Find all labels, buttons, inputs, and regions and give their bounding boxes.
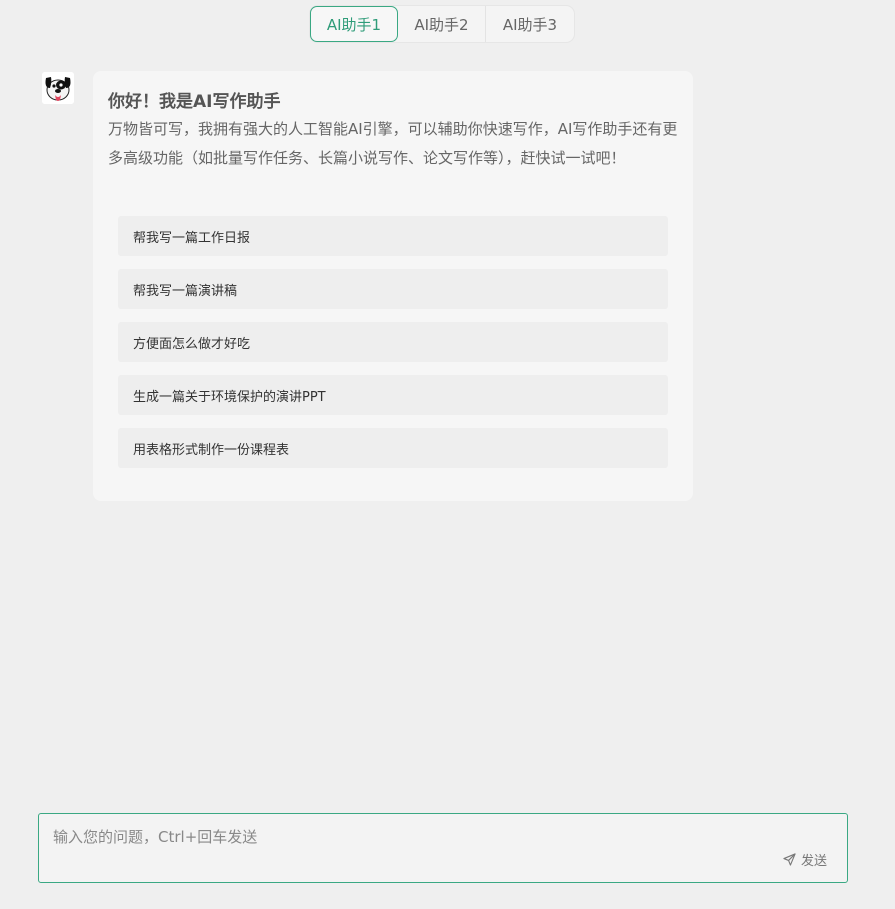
- question-input[interactable]: [53, 826, 813, 852]
- composer: 发送: [38, 813, 848, 883]
- suggestion-item[interactable]: 帮我写一篇工作日报: [118, 216, 668, 256]
- send-icon: [783, 853, 796, 866]
- tab-ai-assistant-1[interactable]: AI助手1: [310, 6, 398, 42]
- assistant-avatar: [42, 72, 74, 104]
- suggestion-item[interactable]: 帮我写一篇演讲稿: [118, 269, 668, 309]
- tab-ai-assistant-2[interactable]: AI助手2: [398, 6, 486, 42]
- suggestion-item[interactable]: 生成一篇关于环境保护的演讲PPT: [118, 375, 668, 415]
- dog-avatar-icon: [42, 72, 74, 104]
- suggestion-item[interactable]: 用表格形式制作一份课程表: [118, 428, 668, 468]
- welcome-title: 你好！我是AI写作助手: [108, 92, 281, 112]
- chat-page: AI助手1 AI助手2 AI助手3 你好！我是AI写作助手 万物皆可写，我拥有强…: [0, 0, 895, 909]
- welcome-description: 万物皆可写，我拥有强大的人工智能AI引擎，可以辅助你快速写作，AI写作助手还有更…: [108, 120, 678, 167]
- send-label: 发送: [800, 854, 827, 869]
- assistant-tabs: AI助手1 AI助手2 AI助手3: [310, 6, 574, 42]
- welcome-card: 你好！我是AI写作助手 万物皆可写，我拥有强大的人工智能AI引擎，可以辅助你快速…: [93, 71, 693, 501]
- suggestion-item[interactable]: 方便面怎么做才好吃: [118, 322, 668, 362]
- tab-ai-assistant-3[interactable]: AI助手3: [486, 6, 574, 42]
- send-button[interactable]: 发送: [783, 850, 827, 869]
